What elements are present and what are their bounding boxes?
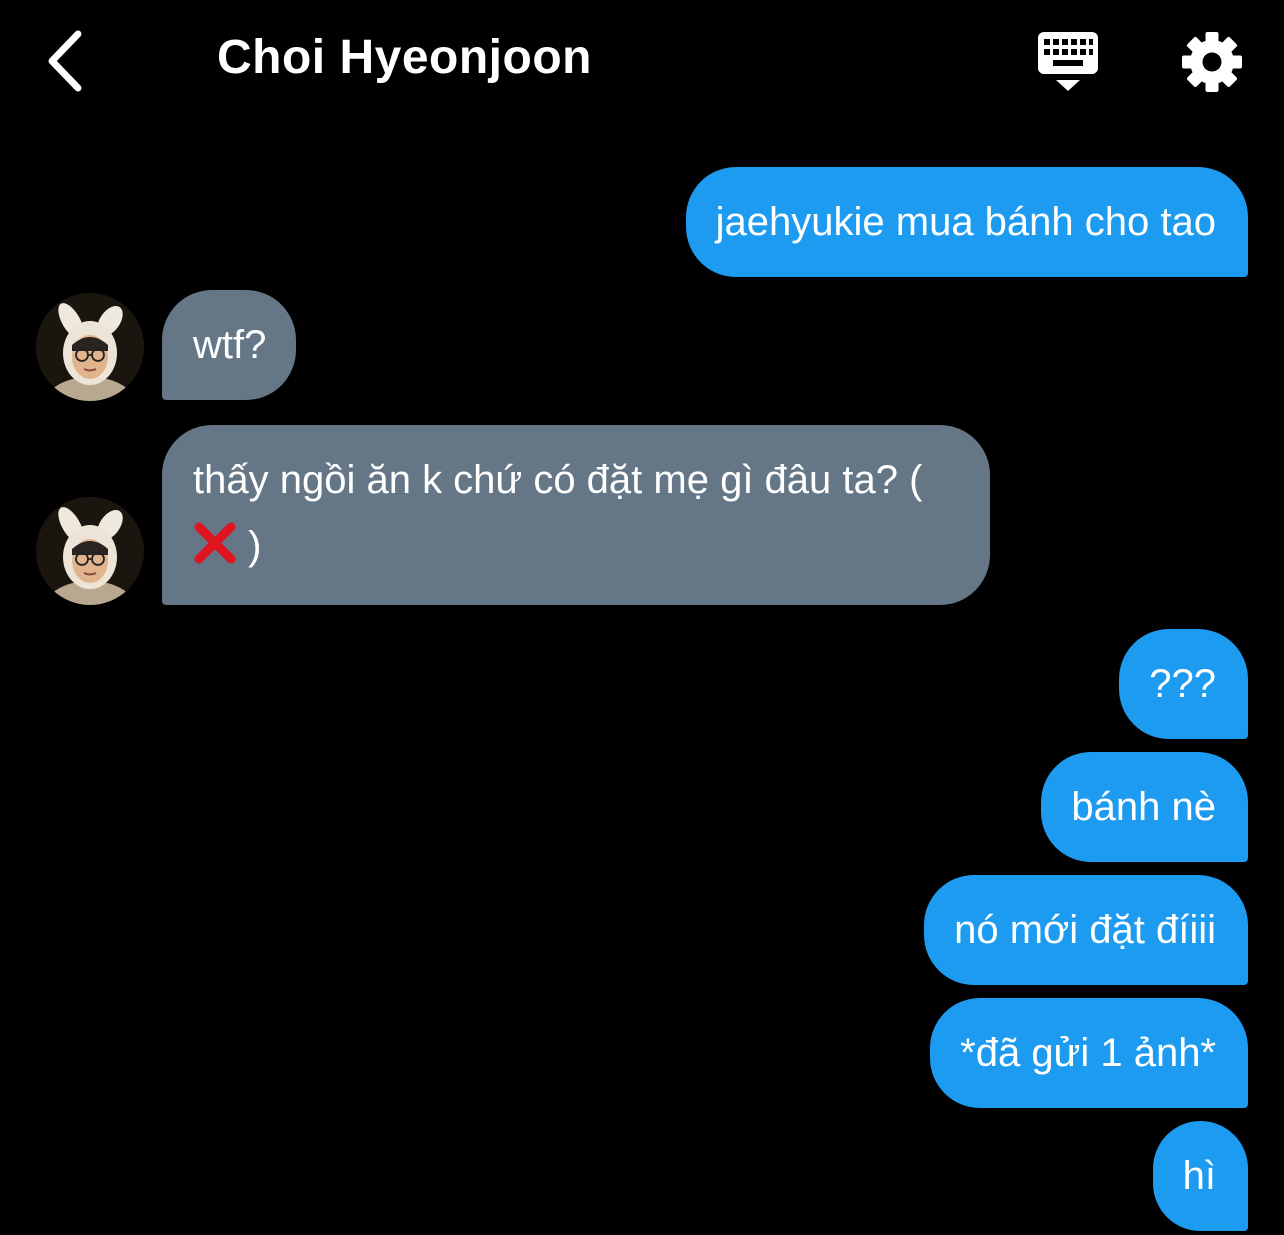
cross-mark-icon [194,522,236,564]
avatar[interactable] [36,293,144,401]
back-button[interactable] [40,26,100,96]
message-bubble-sent[interactable]: hì [1152,1121,1248,1231]
message-text: bánh nè [1071,785,1216,829]
gear-icon [1182,32,1242,92]
contact-avatar-photo [36,497,144,605]
message-text: hì [1182,1154,1216,1198]
message-text: nó mới đặt đíiii [954,908,1216,952]
chevron-left-icon [48,30,82,92]
message-text-end: ) [237,524,262,568]
message-bubble-received[interactable]: thấy ngồi ăn k chứ có đặt mẹ gì đâu ta? … [162,425,990,605]
keyboard-button[interactable] [1034,30,1102,94]
keyboard-icon [1038,32,1098,91]
message-text: wtf? [193,323,267,367]
message-text: jaehyukie mua bánh cho tao [715,200,1216,244]
message-text: *đã gửi 1 ảnh* [960,1031,1216,1075]
message-bubble-received[interactable]: wtf? [162,290,297,400]
message-bubble-sent[interactable]: *đã gửi 1 ảnh* [930,998,1248,1108]
message-text: thấy ngồi ăn k chứ có đặt mẹ gì đâu ta? … [193,458,923,502]
message-text: ??? [1149,662,1216,706]
message-bubble-sent[interactable]: ??? [1119,629,1248,739]
chat-header: Choi Hyeonjoon [0,0,1284,120]
message-bubble-sent[interactable]: jaehyukie mua bánh cho tao [685,167,1248,277]
avatar[interactable] [36,497,144,605]
settings-button[interactable] [1180,30,1244,94]
chat-title: Choi Hyeonjoon [217,31,592,84]
message-bubble-sent[interactable]: bánh nè [1041,752,1248,862]
contact-avatar-photo [36,293,144,401]
message-bubble-sent[interactable]: nó mới đặt đíiii [924,875,1248,985]
